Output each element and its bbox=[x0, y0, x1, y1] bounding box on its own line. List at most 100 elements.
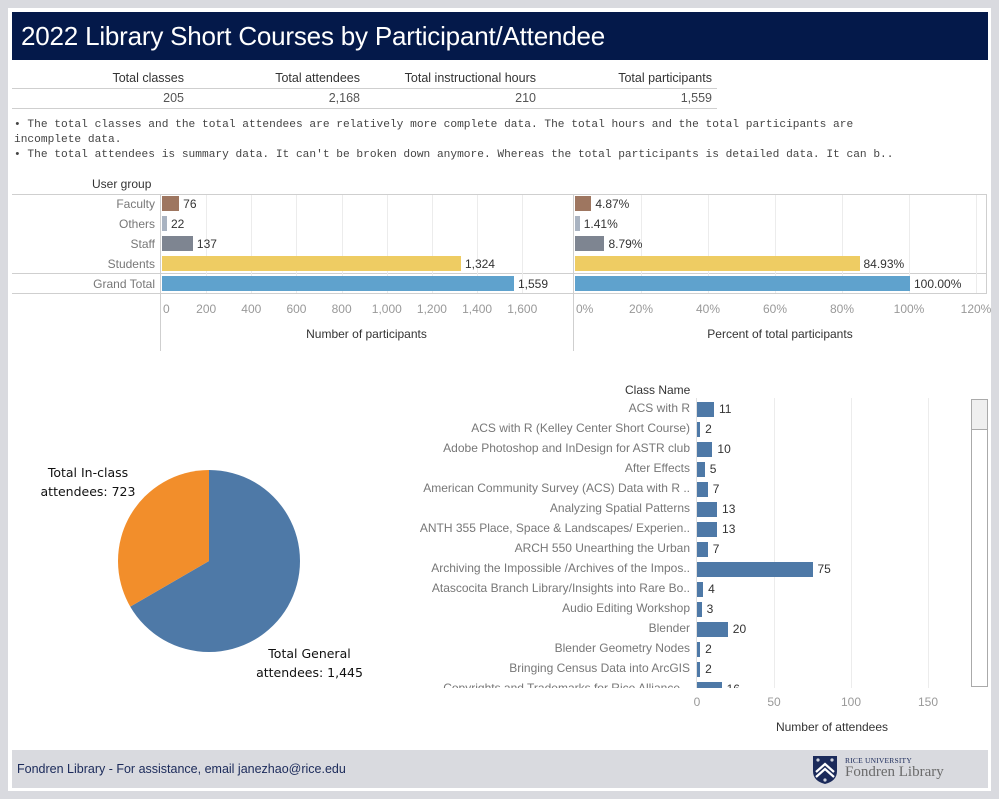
class-name-label: ACS with R (Kelley Center Short Course) bbox=[471, 421, 690, 435]
class-bar[interactable] bbox=[697, 422, 701, 437]
class-name-label: Blender bbox=[648, 621, 690, 635]
bar-students[interactable] bbox=[162, 256, 461, 271]
class-bar[interactable] bbox=[697, 682, 722, 688]
class-bar-value: 75 bbox=[817, 562, 831, 576]
class-bar-value: 13 bbox=[722, 522, 736, 536]
chart-bottom-border bbox=[12, 293, 986, 294]
tick-label: 800 bbox=[331, 302, 352, 316]
class-name-label: American Community Survey (ACS) Data wit… bbox=[423, 481, 690, 495]
scrollbar-thumb[interactable] bbox=[972, 400, 987, 430]
bar-others[interactable] bbox=[162, 216, 167, 231]
bar-value-label: 22 bbox=[170, 217, 185, 231]
pie-label-inclass-line2: attendees: 723 bbox=[40, 484, 136, 499]
tick-label: 1,400 bbox=[462, 302, 493, 316]
class-tick-label: 50 bbox=[767, 695, 781, 709]
class-name-header: Class Name bbox=[625, 383, 691, 397]
class-bar-value: 4 bbox=[708, 582, 715, 596]
bar-value-label: 76 bbox=[183, 197, 197, 211]
gridline bbox=[774, 398, 775, 688]
tick-label: 1,000 bbox=[371, 302, 402, 316]
tick-label: 60% bbox=[762, 302, 788, 316]
class-bar[interactable] bbox=[697, 542, 708, 557]
footer: Fondren Library - For assistance, email … bbox=[12, 750, 988, 788]
rice-shield-icon bbox=[813, 756, 837, 784]
pie-label-inclass: Total In-class attendees: 723 bbox=[38, 463, 138, 501]
attendees-axis-title: Number of attendees bbox=[775, 720, 889, 734]
bar-value-label: 1,559 bbox=[518, 277, 549, 291]
class-name-label: ARCH 550 Unearthing the Urban bbox=[514, 541, 690, 555]
tick-label: 0% bbox=[576, 302, 594, 316]
class-bar[interactable] bbox=[697, 602, 702, 617]
class-bar-value: 7 bbox=[712, 542, 720, 556]
class-bar[interactable] bbox=[697, 582, 704, 597]
class-name-label: Blender Geometry Nodes bbox=[554, 641, 690, 655]
class-name-label: Audio Editing Workshop bbox=[562, 601, 690, 615]
class-name-label: After Effects bbox=[624, 461, 690, 475]
category-label: Grand Total bbox=[93, 277, 155, 291]
chart-divider bbox=[573, 194, 574, 351]
class-name-label: Analyzing Spatial Patterns bbox=[549, 501, 690, 515]
pie-label-general-line2: attendees: 1,445 bbox=[256, 665, 363, 680]
class-bar[interactable] bbox=[697, 522, 718, 537]
class-bar-value: 7 bbox=[712, 482, 720, 496]
class-chart-scrollbar[interactable] bbox=[971, 399, 988, 687]
bar-value-label: 4.87% bbox=[595, 197, 630, 211]
class-bar-value: 2 bbox=[705, 662, 712, 676]
class-bar-value: 16 bbox=[727, 682, 740, 688]
class-tick-label: 150 bbox=[917, 695, 939, 709]
class-bar[interactable] bbox=[697, 442, 713, 457]
chart-left-axis bbox=[160, 194, 161, 351]
tick-label: 1,200 bbox=[416, 302, 447, 316]
class-bar[interactable] bbox=[697, 622, 728, 637]
tick-label: 0 bbox=[163, 302, 170, 316]
gridline bbox=[851, 398, 852, 688]
category-label: Faculty bbox=[116, 197, 155, 211]
class-bar[interactable] bbox=[697, 502, 718, 517]
class-bar-value: 13 bbox=[722, 502, 736, 516]
bar-value-label: 137 bbox=[196, 237, 217, 251]
bar-value-label: 100.00% bbox=[914, 277, 962, 291]
class-bar-value: 5 bbox=[709, 462, 717, 476]
bar-staff[interactable] bbox=[575, 236, 605, 251]
class-chart-scroll-area[interactable]: ACS with R 11 ACS with R (Kelley Center Sh… bbox=[400, 398, 970, 688]
footer-contact-text: Fondren Library - For assistance, email … bbox=[17, 762, 346, 776]
bar-faculty[interactable] bbox=[575, 196, 592, 211]
class-bar-value: 3 bbox=[706, 602, 714, 616]
class-name-label: Copyrights and Trademarks for Rice Allia… bbox=[443, 681, 690, 688]
pie-label-general: Total General attendees: 1,445 bbox=[252, 644, 367, 682]
bar-grand-total[interactable] bbox=[575, 276, 910, 291]
class-bar[interactable] bbox=[697, 462, 705, 477]
class-bar[interactable] bbox=[697, 482, 708, 497]
class-name-label: Archiving the Impossible /Archives of th… bbox=[431, 561, 690, 575]
class-name-label: ANTH 355 Place, Space & Landscapes/ Expe… bbox=[419, 521, 690, 535]
gridline bbox=[928, 398, 929, 688]
class-bar[interactable] bbox=[697, 662, 701, 677]
tick-label: 100% bbox=[893, 302, 925, 316]
bar-value-label: 8.79% bbox=[608, 237, 643, 251]
tick-label: 20% bbox=[628, 302, 654, 316]
class-bar[interactable] bbox=[697, 402, 714, 417]
bar-students[interactable] bbox=[575, 256, 860, 271]
bar-value-label: 84.93% bbox=[863, 257, 905, 271]
tick-label: 400 bbox=[241, 302, 262, 316]
bar-grand-total[interactable] bbox=[162, 276, 514, 291]
category-label: Students bbox=[107, 257, 155, 271]
class-bar-value: 2 bbox=[705, 642, 712, 656]
bar-value-label: 1,324 bbox=[464, 257, 495, 271]
category-label: Staff bbox=[130, 237, 155, 251]
class-tick-label: 0 bbox=[693, 695, 701, 709]
grand-total-divider bbox=[12, 273, 986, 274]
chart-right-border bbox=[986, 194, 987, 294]
bar-value-label: 1.41% bbox=[583, 217, 618, 231]
class-name-label: Bringing Census Data into ArcGIS bbox=[509, 661, 690, 675]
bar-staff[interactable] bbox=[162, 236, 193, 251]
class-bar-value: 10 bbox=[717, 442, 731, 456]
class-name-label: Atascocita Branch Library/Insights into … bbox=[431, 581, 690, 595]
tick-label: 600 bbox=[286, 302, 307, 316]
tick-label: 1,600 bbox=[507, 302, 538, 316]
class-bar[interactable] bbox=[697, 562, 813, 577]
class-bar[interactable] bbox=[697, 642, 701, 657]
bar-faculty[interactable] bbox=[162, 196, 180, 211]
bar-others[interactable] bbox=[575, 216, 580, 231]
gridline bbox=[976, 195, 977, 293]
